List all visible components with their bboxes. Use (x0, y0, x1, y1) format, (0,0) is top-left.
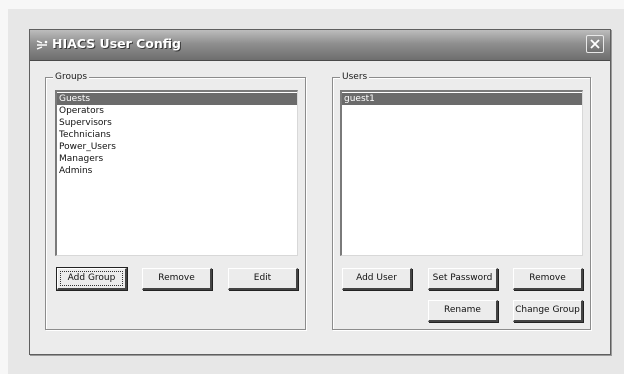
add-user-button[interactable]: Add User (342, 268, 412, 290)
group-list-item[interactable]: Managers (57, 153, 297, 165)
app-sparkle-icon (36, 40, 48, 50)
remove-user-button-label: Remove (529, 273, 566, 283)
change-group-button[interactable]: Change Group (513, 300, 583, 322)
groups-listbox[interactable]: Guests Operators Supervisors Technicians Pow… (55, 90, 298, 256)
groups-groupbox: Groups Guests Operators Supervisors Technic… (45, 70, 306, 330)
group-list-item[interactable]: Guests (57, 93, 297, 105)
set-password-button[interactable]: Set Password (428, 268, 498, 290)
users-legend: Users (340, 70, 370, 84)
users-groupbox: Users guest1 Add User Set Password Remov… (332, 70, 591, 330)
window-title: HIACS User Config (52, 36, 182, 51)
add-user-button-label: Add User (356, 273, 397, 283)
group-list-item[interactable]: Admins (57, 165, 297, 177)
add-group-button-label: Add Group (67, 273, 116, 283)
remove-group-button[interactable]: Remove (142, 268, 212, 290)
user-config-dialog: HIACS User Config Groups Guests Operators… (29, 29, 611, 355)
remove-user-button[interactable]: Remove (513, 268, 583, 290)
dialog-client-area: Groups Guests Operators Supervisors Technic… (30, 61, 610, 354)
group-list-item[interactable]: Supervisors (57, 117, 297, 129)
change-group-button-label: Change Group (515, 305, 580, 315)
rename-user-button[interactable]: Rename (428, 300, 498, 322)
title-bar[interactable]: HIACS User Config (30, 30, 610, 61)
edit-group-button[interactable]: Edit (228, 268, 298, 290)
edit-group-button-label: Edit (253, 273, 272, 283)
users-listbox[interactable]: guest1 (340, 90, 583, 256)
group-list-item[interactable]: Power_Users (57, 141, 297, 153)
close-x-icon (590, 39, 600, 49)
close-button[interactable] (586, 35, 604, 53)
user-list-item[interactable]: guest1 (342, 93, 582, 105)
group-list-item[interactable]: Technicians (57, 129, 297, 141)
groups-legend: Groups (53, 70, 90, 84)
remove-group-button-label: Remove (158, 273, 195, 283)
add-group-button[interactable]: Add Group (56, 267, 128, 291)
set-password-button-label: Set Password (432, 273, 493, 283)
group-list-item[interactable]: Operators (57, 105, 297, 117)
rename-user-button-label: Rename (444, 305, 481, 315)
